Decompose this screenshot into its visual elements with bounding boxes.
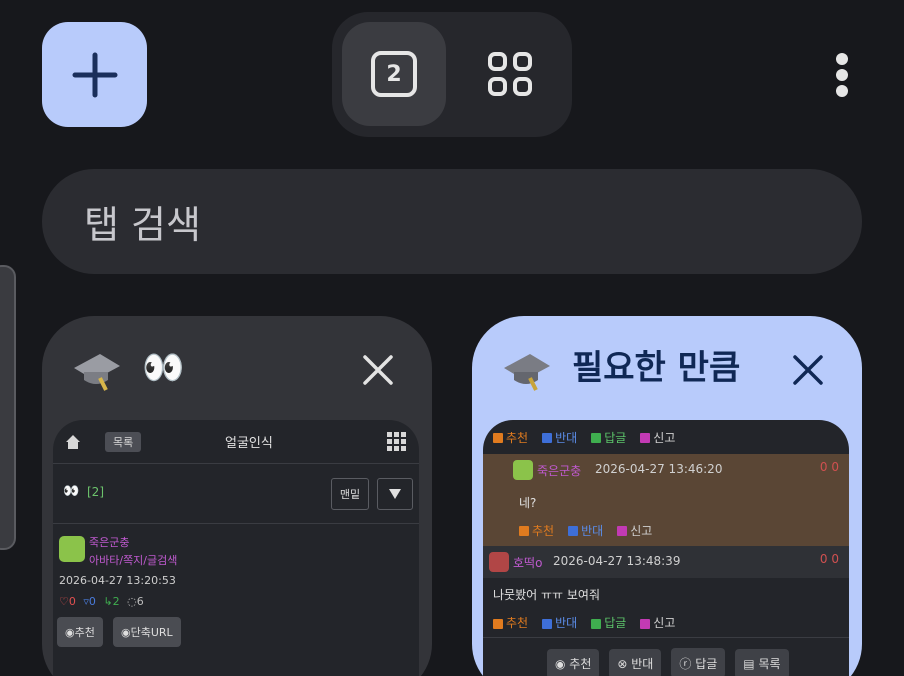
grid-icon xyxy=(488,52,532,96)
favicon-icon xyxy=(504,354,550,391)
comment-author: 죽은군충 xyxy=(537,464,582,478)
thumb-action-row: 추천 반대 답글 신고 xyxy=(483,420,849,454)
thumb-comment-1: 죽은군충 2026-04-27 13:46:20 0 0 네? 추천 반대 신고 xyxy=(483,454,849,546)
comment-author: 호떡o xyxy=(513,556,543,570)
tab-card[interactable]: 👀 목록 얼굴인식 👀 [2] 맨밑 죽은군충 아바타/쪽지/글검색 2026-… xyxy=(42,316,432,676)
tab-card-header: 필요한 만큼 xyxy=(472,316,862,420)
thumb-bottom-buttons: ◉ 추천 ⊗ 반대 ⓡ 답글 ▤ 목록 xyxy=(483,638,849,676)
tab-title: 필요한 만큼 xyxy=(572,348,741,388)
thumb-list-button: ▤ 목록 xyxy=(735,648,789,676)
thumb-action-row: 추천 반대 답글 신고 xyxy=(483,608,849,638)
comment-actions: 추천 반대 신고 xyxy=(509,516,652,544)
caret-down-icon xyxy=(389,489,401,499)
more-dot-icon xyxy=(836,69,848,81)
comment-text: 네? xyxy=(519,496,537,510)
search-placeholder: 탭 검색 xyxy=(84,203,201,247)
author-avatar xyxy=(59,536,85,562)
tab-card-header: 👀 xyxy=(42,316,432,420)
thumb-stats: ♡0 ▿0 ↳2 ◌6 xyxy=(59,595,144,608)
thumb-post-header: 👀 [2] 맨밑 xyxy=(53,464,419,524)
tab-view-switcher: 2 xyxy=(332,12,572,137)
tab-count-icon: 2 xyxy=(371,51,417,97)
comment-time: 2026-04-27 13:46:20 xyxy=(595,462,723,476)
thumb-post-title: 👀 xyxy=(63,484,80,499)
thumb-timestamp: 2026-04-27 13:20:53 xyxy=(59,574,176,587)
thumb-post-meta: 죽은군충 아바타/쪽지/글검색 2026-04-27 13:20:53 ♡0 ▿… xyxy=(53,524,419,676)
thumb-comment-count: [2] xyxy=(87,485,104,499)
close-icon[interactable] xyxy=(360,352,396,388)
tab-title: 👀 xyxy=(142,348,185,388)
more-dot-icon xyxy=(836,85,848,97)
tab-thumbnail: 목록 얼굴인식 👀 [2] 맨밑 죽은군충 아바타/쪽지/글검색 2026-04… xyxy=(53,420,419,676)
thumb-bottom-button: 맨밑 xyxy=(331,478,369,510)
comment-score: 0 0 xyxy=(819,552,839,566)
tab-card-selected[interactable]: 필요한 만큼 추천 반대 답글 신고 죽은군충 2026-04-27 13:46… xyxy=(472,316,862,676)
more-dot-icon xyxy=(836,53,848,65)
thumb-recommend-button: ◉ 추천 xyxy=(547,648,600,676)
plus-icon xyxy=(72,52,117,97)
tab-thumbnail: 추천 반대 답글 신고 죽은군충 2026-04-27 13:46:20 0 0… xyxy=(483,420,849,676)
thumb-author: 죽은군충 xyxy=(89,536,130,549)
thumb-recommend-button: ◉ 추천 xyxy=(57,617,103,647)
more-options-button[interactable] xyxy=(826,50,858,100)
tab-search-bar[interactable]: 탭 검색 xyxy=(42,169,862,274)
thumb-author-links: 아바타/쪽지/글검색 xyxy=(89,554,178,567)
thumb-comment-2-header: 호떡o 2026-04-27 13:48:39 0 0 xyxy=(483,546,849,578)
home-icon xyxy=(66,434,80,449)
thumb-dropdown xyxy=(377,478,413,510)
thumb-oppose-button: ⊗ 반대 xyxy=(609,648,662,676)
board-title: 얼굴인식 xyxy=(225,436,273,451)
commenter-avatar xyxy=(489,552,509,572)
thumb-navbar: 목록 얼굴인식 xyxy=(53,420,419,464)
commenter-avatar xyxy=(513,460,533,480)
comment-time: 2026-04-27 13:48:39 xyxy=(553,554,681,568)
edge-panel-handle[interactable] xyxy=(0,265,16,550)
favicon-icon xyxy=(74,354,120,391)
apps-grid-icon xyxy=(387,431,406,451)
thumb-reply-button: ⓡ 답글 xyxy=(671,648,726,676)
list-pill: 목록 xyxy=(105,431,142,452)
new-tab-button[interactable] xyxy=(42,22,147,127)
close-icon[interactable] xyxy=(790,352,826,388)
comment-text: 나뭇봤어 ㅠㅠ 보여줘 xyxy=(493,588,600,602)
thumb-short-url-button: ◉ 단축URL xyxy=(113,617,181,647)
comment-score: 0 0 xyxy=(819,460,839,474)
tab-groups-button[interactable] xyxy=(458,22,562,126)
standard-tabs-button[interactable]: 2 xyxy=(342,22,446,126)
